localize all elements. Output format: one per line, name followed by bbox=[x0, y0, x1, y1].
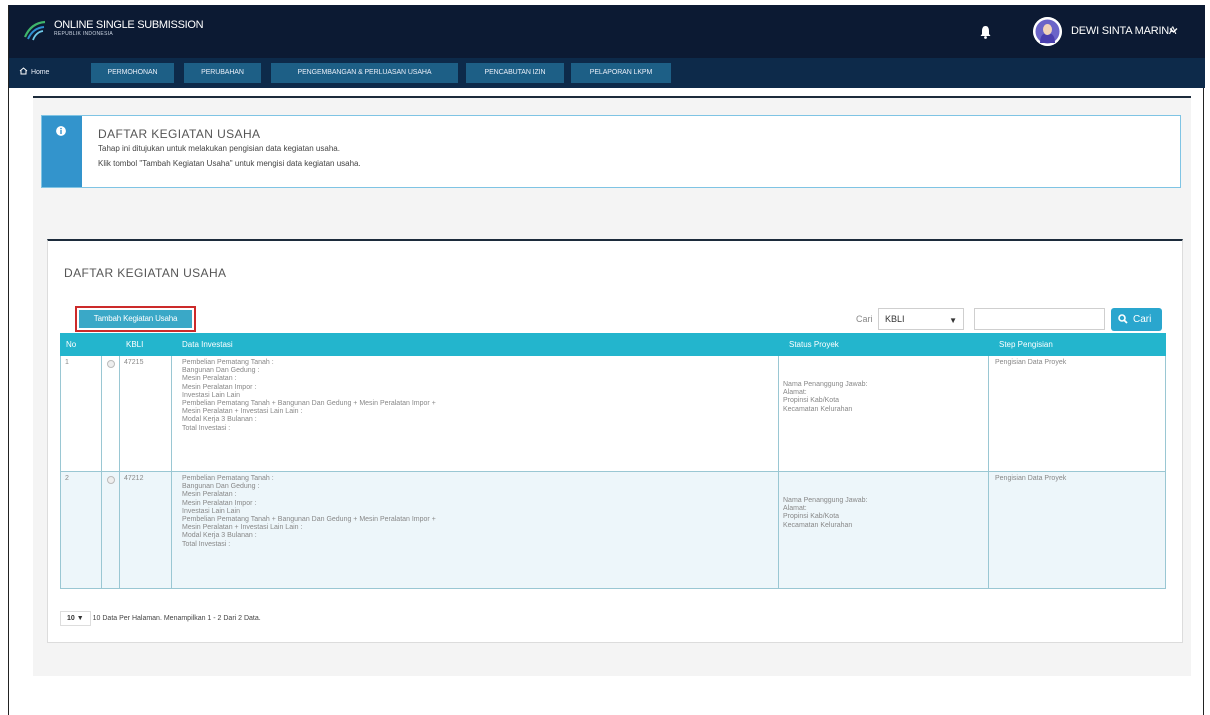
nav-pengembangan[interactable]: PENGEMBANGAN & PERLUASAN USAHA bbox=[271, 63, 458, 83]
info-icon bbox=[56, 126, 66, 136]
search-input[interactable] bbox=[974, 308, 1105, 330]
row-no-value: 2 bbox=[65, 475, 69, 482]
brand-subtitle: REPUBLIK INDONESIA bbox=[54, 31, 114, 37]
info-text-1: Tahap ini ditujukan untuk melakukan peng… bbox=[98, 144, 340, 153]
row-no-value: 1 bbox=[65, 359, 69, 366]
col-no: No bbox=[66, 340, 77, 349]
caret-down-icon: ▼ bbox=[949, 316, 957, 325]
investasi-line: Total Investasi : bbox=[182, 424, 231, 432]
col-kbli: KBLI bbox=[126, 340, 144, 349]
investasi-line: Mesin Peralatan Impor : bbox=[182, 499, 257, 507]
investasi-line: Mesin Peralatan Impor : bbox=[182, 383, 257, 391]
app-frame: ONLINE SINGLE SUBMISSION REPUBLIK INDONE… bbox=[8, 5, 1205, 715]
status-line: Alamat: bbox=[783, 505, 807, 513]
add-kegiatan-button[interactable]: Tambah Kegiatan Usaha bbox=[75, 306, 196, 332]
bell-icon[interactable] bbox=[979, 25, 992, 39]
step-value: Pengisian Data Proyek bbox=[995, 475, 1067, 482]
table-row[interactable]: 2 47212 Pembelian Pematang Tanah : Bangu… bbox=[60, 472, 1166, 589]
investasi-line: Pembelian Pematang Tanah + Bangunan Dan … bbox=[182, 400, 436, 408]
pagination-summary: 10 Data Per Halaman. Menampilkan 1 - 2 D… bbox=[92, 615, 261, 622]
row-kbli: 47215 bbox=[120, 356, 172, 471]
row-step: Pengisian Data Proyek bbox=[989, 356, 1165, 471]
search-icon bbox=[1118, 314, 1128, 324]
investasi-line: Pembelian Pematang Tanah : bbox=[182, 359, 274, 366]
search-button-label: Cari bbox=[1133, 314, 1152, 325]
status-line: Nama Penanggung Jawab: bbox=[783, 381, 868, 388]
nav-home-label: Home bbox=[31, 69, 50, 76]
chevron-down-icon[interactable] bbox=[1169, 27, 1178, 34]
status-line: Propinsi Kab/Kota bbox=[783, 513, 840, 521]
row-select-cell bbox=[102, 472, 120, 588]
info-sidebar bbox=[42, 116, 82, 187]
oss-logo-icon bbox=[23, 20, 46, 41]
investasi-line: Mesin Peralatan : bbox=[182, 375, 237, 383]
kbli-value: 47212 bbox=[124, 475, 144, 482]
caret-down-icon: ▼ bbox=[76, 615, 84, 622]
brand-title: ONLINE SINGLE SUBMISSION bbox=[54, 19, 204, 31]
nav-pencabutan-izin[interactable]: PENCABUTAN IZIN bbox=[466, 63, 564, 83]
page-size-select[interactable]: 10 ▼ bbox=[60, 611, 91, 626]
status-line: Nama Penanggung Jawab: bbox=[783, 497, 868, 504]
row-select-cell bbox=[102, 356, 120, 471]
investasi-line: Pembelian Pematang Tanah : bbox=[182, 475, 274, 482]
card-title: DAFTAR KEGIATAN USAHA bbox=[64, 266, 227, 280]
status-line: Propinsi Kab/Kota bbox=[783, 397, 840, 405]
table-header: No KBLI Data Investasi Status Proyek Ste… bbox=[60, 333, 1166, 356]
nav-permohonan[interactable]: PERMOHONAN bbox=[91, 63, 174, 83]
info-title: DAFTAR KEGIATAN USAHA bbox=[98, 127, 261, 141]
investasi-line: Modal Kerja 3 Bulanan : bbox=[182, 532, 257, 540]
row-kbli: 47212 bbox=[120, 472, 172, 588]
search-label: Cari bbox=[856, 314, 873, 324]
row-radio[interactable] bbox=[107, 360, 115, 368]
user-name[interactable]: DEWI SINTA MARINA bbox=[1071, 25, 1176, 37]
row-no: 2 bbox=[61, 472, 102, 588]
add-kegiatan-label: Tambah Kegiatan Usaha bbox=[79, 310, 192, 328]
select-value: KBLI bbox=[885, 314, 905, 324]
investasi-line: Mesin Peralatan + Investasi Lain Lain : bbox=[182, 524, 303, 532]
main-nav: Home PERMOHONAN PERUBAHAN PENGEMBANGAN &… bbox=[9, 58, 1205, 88]
pagination: 10 ▼ 10 Data Per Halaman. Menampilkan 1 … bbox=[60, 611, 261, 626]
info-text-2: Klik tombol "Tambah Kegiatan Usaha" untu… bbox=[98, 159, 361, 168]
status-line: Kecamatan Kelurahan bbox=[783, 405, 853, 413]
top-header: ONLINE SINGLE SUBMISSION REPUBLIK INDONE… bbox=[9, 5, 1205, 58]
search-field-select[interactable]: KBLI ▼ bbox=[878, 308, 964, 330]
investasi-line: Bangunan Dan Gedung : bbox=[182, 483, 260, 491]
investasi-line: Mesin Peralatan : bbox=[182, 491, 237, 499]
kegiatan-card: DAFTAR KEGIATAN USAHA Tambah Kegiatan Us… bbox=[47, 239, 1183, 643]
investasi-line: Total Investasi : bbox=[182, 540, 231, 548]
investasi-line: Modal Kerja 3 Bulanan : bbox=[182, 416, 257, 424]
investasi-line: Bangunan Dan Gedung : bbox=[182, 367, 260, 375]
info-callout: DAFTAR KEGIATAN USAHA Tahap ini ditujuka… bbox=[41, 115, 1181, 188]
search-button[interactable]: Cari bbox=[1111, 308, 1162, 331]
brand[interactable]: ONLINE SINGLE SUBMISSION REPUBLIK INDONE… bbox=[54, 19, 204, 38]
row-investasi: Pembelian Pematang Tanah : Bangunan Dan … bbox=[172, 472, 779, 588]
kbli-value: 47215 bbox=[124, 359, 144, 366]
col-status-proyek: Status Proyek bbox=[789, 340, 839, 349]
row-status: Nama Penanggung Jawab: Alamat: Propinsi … bbox=[779, 472, 989, 588]
row-radio[interactable] bbox=[107, 476, 115, 484]
step-value: Pengisian Data Proyek bbox=[995, 359, 1067, 366]
user-avatar-icon bbox=[1033, 17, 1062, 46]
content-top-border bbox=[33, 96, 1191, 98]
nav-home[interactable]: Home bbox=[15, 63, 71, 83]
row-no: 1 bbox=[61, 356, 102, 471]
page-size-value: 10 bbox=[67, 615, 75, 622]
investasi-line: Investasi Lain Lain bbox=[182, 507, 240, 515]
investasi-line: Mesin Peralatan + Investasi Lain Lain : bbox=[182, 408, 303, 416]
col-step-pengisian: Step Pengisian bbox=[999, 340, 1053, 349]
status-line: Kecamatan Kelurahan bbox=[783, 521, 853, 529]
status-line: Alamat: bbox=[783, 389, 807, 397]
investasi-line: Investasi Lain Lain bbox=[182, 391, 240, 399]
avatar[interactable] bbox=[1033, 17, 1062, 46]
col-data-investasi: Data Investasi bbox=[182, 340, 233, 349]
investasi-line: Pembelian Pematang Tanah + Bangunan Dan … bbox=[182, 516, 436, 524]
nav-pelaporan-lkpm[interactable]: PELAPORAN LKPM bbox=[571, 63, 671, 83]
table-row[interactable]: 1 47215 Pembelian Pematang Tanah : Bangu… bbox=[60, 356, 1166, 472]
nav-perubahan[interactable]: PERUBAHAN bbox=[184, 63, 261, 83]
row-investasi: Pembelian Pematang Tanah : Bangunan Dan … bbox=[172, 356, 779, 471]
row-status: Nama Penanggung Jawab: Alamat: Propinsi … bbox=[779, 356, 989, 471]
row-step: Pengisian Data Proyek bbox=[989, 472, 1165, 588]
home-icon bbox=[19, 67, 28, 75]
